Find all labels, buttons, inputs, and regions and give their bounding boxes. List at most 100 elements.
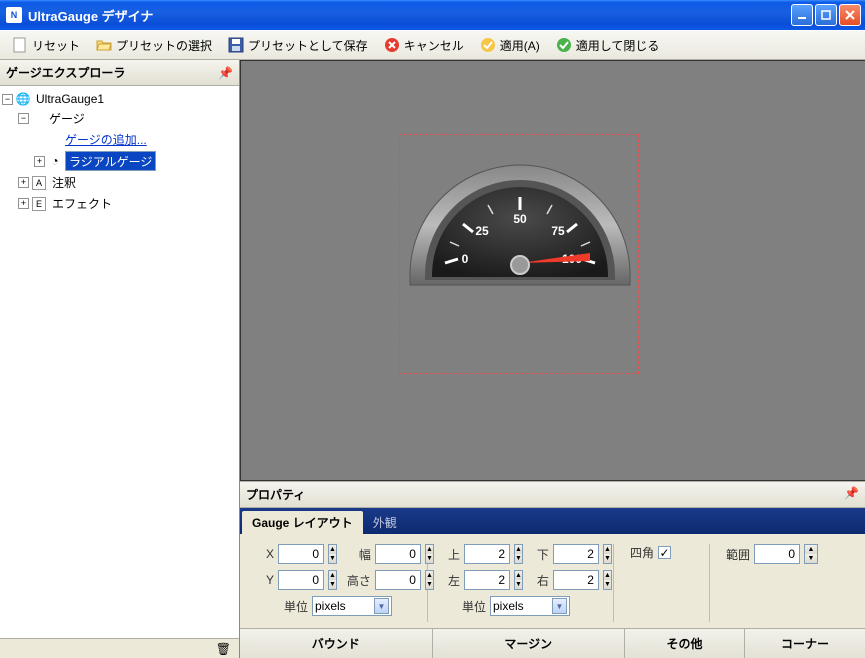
apply-close-icon <box>556 37 572 53</box>
folder-open-icon <box>96 37 112 53</box>
explorer-panel: ゲージエクスプローラ 📌 −🌐UltraGauge1 −ゲージ ゲージの追加..… <box>0 60 240 658</box>
window-title: UltraGauge デザイナ <box>28 6 791 25</box>
y-label: Y <box>252 573 274 587</box>
cancel-button[interactable]: キャンセル <box>378 34 470 57</box>
tree-annotations[interactable]: 注釈 <box>49 173 79 192</box>
tree-root[interactable]: UltraGauge1 <box>33 91 107 107</box>
gauge-tick-50: 50 <box>513 212 527 226</box>
design-canvas[interactable]: 0 25 50 75 100 <box>240 60 865 481</box>
reset-button[interactable]: リセット <box>6 34 86 57</box>
radial-gauge-icon: ◔ <box>48 154 62 168</box>
reset-label: リセット <box>32 37 80 54</box>
apply-icon <box>480 37 496 53</box>
right-label: 右 <box>527 572 549 589</box>
width-label: 幅 <box>341 546 371 563</box>
right-spinner[interactable]: ▲▼ <box>603 570 612 590</box>
right-input[interactable] <box>553 570 599 590</box>
square-label: 四角 <box>624 544 654 561</box>
load-preset-label: プリセットの選択 <box>116 37 212 54</box>
tree-node-gauge[interactable]: ゲージ <box>46 109 88 128</box>
expand-icon[interactable]: + <box>18 198 29 209</box>
tree-add-gauge[interactable]: ゲージの追加... <box>62 130 150 149</box>
expand-icon[interactable]: + <box>34 156 45 167</box>
unit-select[interactable]: pixels▼ <box>312 596 392 616</box>
minimize-button[interactable] <box>791 4 813 26</box>
tree-radial-gauge[interactable]: ラジアルゲージ <box>65 151 156 171</box>
margin-unit-select[interactable]: pixels▼ <box>490 596 570 616</box>
chevron-down-icon: ▼ <box>374 598 389 614</box>
apply-close-label: 適用して閉じる <box>576 37 660 54</box>
footer-bounds: バウンド <box>240 629 433 658</box>
tab-appearance[interactable]: 外観 <box>363 511 407 534</box>
footer-margin: マージン <box>433 629 626 658</box>
load-preset-button[interactable]: プリセットの選択 <box>90 34 218 57</box>
top-input[interactable] <box>464 544 510 564</box>
toolbar: リセット プリセットの選択 プリセットとして保存 キャンセル 適用(A) 適用し… <box>0 30 865 60</box>
collapse-icon[interactable]: − <box>2 94 13 105</box>
apply-label: 適用(A) <box>500 37 540 54</box>
properties-panel: プロパティ 📌 Gauge レイアウト 外観 X ▲▼ 幅 ▲▼ <box>240 481 865 658</box>
properties-tabs: Gauge レイアウト 外観 <box>240 508 865 534</box>
x-input[interactable] <box>278 544 324 564</box>
selection-rect[interactable]: 0 25 50 75 100 <box>399 134 639 374</box>
gauge-tick-25: 25 <box>475 224 489 238</box>
save-icon <box>228 37 244 53</box>
apply-button[interactable]: 適用(A) <box>474 34 546 57</box>
gauge-tick-0: 0 <box>462 252 469 266</box>
extent-label: 範囲 <box>720 546 750 563</box>
tab-layout[interactable]: Gauge レイアウト <box>242 511 363 534</box>
trash-icon[interactable]: 🗑 <box>216 642 231 656</box>
left-input[interactable] <box>464 570 510 590</box>
extent-spinner[interactable]: ▲▼ <box>804 544 818 564</box>
effects-icon: E <box>32 197 46 211</box>
bottom-spinner[interactable]: ▲▼ <box>603 544 612 564</box>
pin-icon[interactable]: 📌 <box>218 66 233 80</box>
cancel-icon <box>384 37 400 53</box>
x-label: X <box>252 547 274 561</box>
annotation-icon: A <box>32 176 46 190</box>
app-icon: N <box>6 7 22 23</box>
left-label: 左 <box>438 572 460 589</box>
height-input[interactable] <box>375 570 421 590</box>
properties-title: プロパティ <box>246 486 305 503</box>
square-checkbox[interactable]: ✓ <box>658 546 671 559</box>
explorer-footer: 🗑 <box>0 638 239 658</box>
pin-icon[interactable]: 📌 <box>844 486 859 503</box>
titlebar: N UltraGauge デザイナ <box>0 0 865 30</box>
footer-corner: コーナー <box>745 629 865 658</box>
explorer-header: ゲージエクスプローラ 📌 <box>0 60 239 86</box>
gauge-root-icon: 🌐 <box>16 92 30 106</box>
explorer-title: ゲージエクスプローラ <box>6 64 125 81</box>
width-input[interactable] <box>375 544 421 564</box>
bottom-input[interactable] <box>553 544 599 564</box>
tree-effects[interactable]: エフェクト <box>49 194 115 213</box>
radial-gauge[interactable]: 0 25 50 75 100 <box>400 135 640 298</box>
top-label: 上 <box>438 546 460 563</box>
height-spinner[interactable]: ▲▼ <box>425 570 434 590</box>
margin-unit-label: 単位 <box>438 598 486 615</box>
apply-close-button[interactable]: 適用して閉じる <box>550 34 666 57</box>
extent-input[interactable] <box>754 544 800 564</box>
close-button[interactable] <box>839 4 861 26</box>
tree[interactable]: −🌐UltraGauge1 −ゲージ ゲージの追加... +◔ラジアルゲージ +… <box>0 86 239 638</box>
maximize-button[interactable] <box>815 4 837 26</box>
expand-icon[interactable]: + <box>18 177 29 188</box>
save-preset-button[interactable]: プリセットとして保存 <box>222 34 374 57</box>
save-preset-label: プリセットとして保存 <box>248 37 368 54</box>
chevron-down-icon: ▼ <box>552 598 567 614</box>
gauge-tick-75: 75 <box>551 224 565 238</box>
blank-page-icon <box>12 37 28 53</box>
properties-footer: バウンド マージン その他 コーナー <box>240 628 865 658</box>
width-spinner[interactable]: ▲▼ <box>425 544 434 564</box>
y-spinner[interactable]: ▲▼ <box>328 570 337 590</box>
collapse-icon[interactable]: − <box>18 113 29 124</box>
cancel-label: キャンセル <box>404 37 464 54</box>
left-spinner[interactable]: ▲▼ <box>514 570 523 590</box>
unit-label: 単位 <box>252 598 308 615</box>
gauge-hub <box>511 256 529 274</box>
y-input[interactable] <box>278 570 324 590</box>
top-spinner[interactable]: ▲▼ <box>514 544 523 564</box>
height-label: 高さ <box>341 572 371 589</box>
x-spinner[interactable]: ▲▼ <box>328 544 337 564</box>
bottom-label: 下 <box>527 546 549 563</box>
